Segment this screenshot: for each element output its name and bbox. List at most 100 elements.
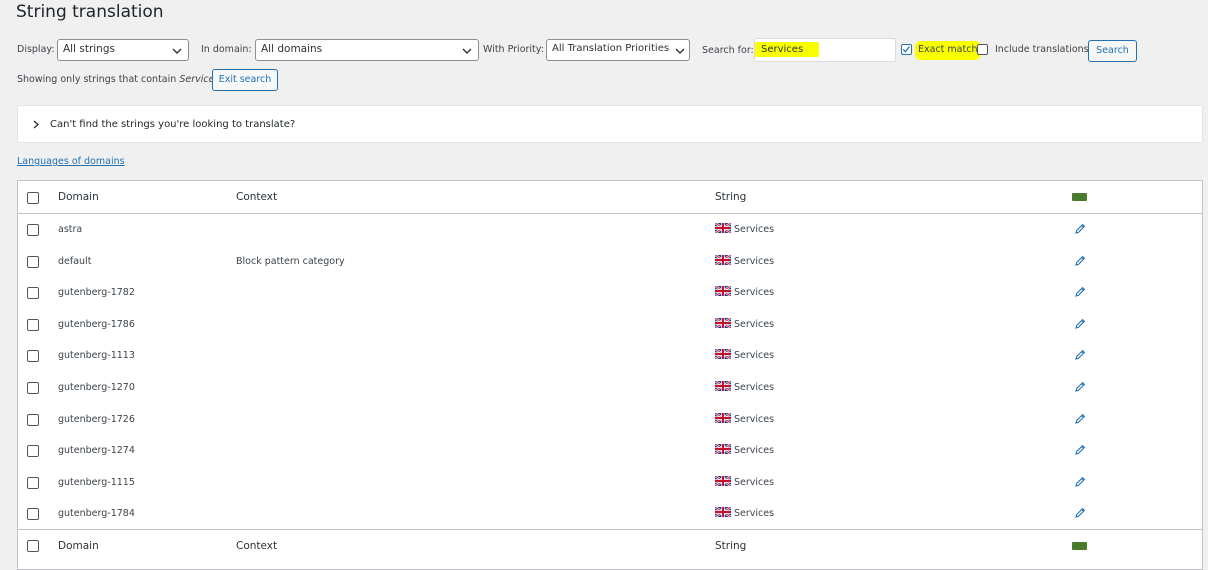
row-string-cell: Services bbox=[715, 286, 774, 298]
row-checkbox[interactable] bbox=[27, 350, 39, 363]
uk-flag-icon bbox=[715, 444, 731, 455]
pencil-icon[interactable] bbox=[1074, 476, 1086, 488]
exact-match-checkbox[interactable] bbox=[901, 44, 912, 55]
row-domain: default bbox=[58, 255, 92, 267]
row-string[interactable]: Services bbox=[734, 319, 774, 330]
uk-flag-icon bbox=[715, 254, 731, 265]
column-footer-domain[interactable]: Domain bbox=[58, 540, 99, 552]
page-title: String translation bbox=[16, 2, 164, 22]
row-string[interactable]: Services bbox=[734, 350, 774, 361]
row-string[interactable]: Services bbox=[734, 414, 774, 425]
row-checkbox[interactable] bbox=[27, 255, 39, 268]
help-panel-text: Can't find the strings you're looking to… bbox=[50, 119, 296, 130]
priority-select-value: All Translation Priorities bbox=[552, 43, 670, 54]
table-row: gutenberg-1115 Services bbox=[18, 467, 1202, 498]
row-string-cell: Services bbox=[715, 444, 774, 456]
row-domain: gutenberg-1726 bbox=[58, 413, 135, 425]
row-checkbox[interactable] bbox=[27, 445, 39, 458]
row-string-cell: Services bbox=[715, 412, 774, 425]
row-checkbox[interactable] bbox=[27, 476, 39, 489]
uk-flag-icon bbox=[715, 475, 731, 486]
row-checkbox[interactable] bbox=[27, 508, 39, 521]
row-string-cell: Services bbox=[715, 475, 774, 488]
row-domain: gutenberg-1782 bbox=[58, 287, 135, 299]
language-flag-icon bbox=[1072, 542, 1087, 550]
pencil-icon[interactable] bbox=[1074, 444, 1086, 456]
chevron-down-icon bbox=[172, 48, 182, 54]
pencil-icon[interactable] bbox=[1074, 381, 1086, 393]
table-row: gutenberg-1113 Services bbox=[18, 340, 1202, 371]
row-domain: gutenberg-1274 bbox=[58, 445, 135, 457]
pencil-icon[interactable] bbox=[1074, 318, 1086, 330]
row-string[interactable]: Services bbox=[734, 508, 774, 519]
footer-divider bbox=[18, 529, 1202, 530]
select-all-checkbox-footer[interactable] bbox=[27, 540, 39, 552]
row-string[interactable]: Services bbox=[734, 382, 774, 393]
row-string[interactable]: Services bbox=[734, 256, 774, 267]
help-panel[interactable]: Can't find the strings you're looking to… bbox=[17, 105, 1203, 143]
uk-flag-icon bbox=[715, 317, 731, 328]
row-checkbox[interactable] bbox=[27, 287, 39, 300]
row-string-cell: Services bbox=[715, 507, 774, 519]
column-header-context[interactable]: Context bbox=[236, 191, 277, 203]
row-checkbox[interactable] bbox=[27, 318, 39, 331]
row-context: Block pattern category bbox=[236, 255, 345, 267]
row-string[interactable]: Services bbox=[734, 477, 774, 488]
search-info-text: Showing only strings that contain bbox=[17, 74, 177, 85]
row-string-cell: Services bbox=[715, 349, 774, 361]
search-input[interactable]: Services bbox=[754, 38, 896, 62]
include-translations-label[interactable]: Include translations bbox=[995, 44, 1089, 55]
column-footer-string[interactable]: String bbox=[715, 540, 746, 552]
uk-flag-icon bbox=[715, 412, 731, 423]
row-string[interactable]: Services bbox=[734, 445, 774, 456]
pencil-icon[interactable] bbox=[1074, 413, 1086, 425]
strings-table: Domain Context String astra Services def… bbox=[17, 180, 1203, 570]
search-label: Search for: bbox=[702, 45, 754, 56]
row-string-cell: Services bbox=[715, 223, 774, 235]
chevron-down-icon bbox=[675, 48, 685, 54]
display-select[interactable]: All strings bbox=[57, 39, 189, 61]
language-flag-icon bbox=[1072, 193, 1087, 201]
uk-flag-icon bbox=[715, 349, 731, 360]
row-checkbox[interactable] bbox=[27, 382, 39, 394]
column-header-domain[interactable]: Domain bbox=[58, 191, 99, 203]
chevron-down-icon bbox=[462, 48, 472, 54]
pencil-icon[interactable] bbox=[1074, 286, 1086, 298]
row-string-cell: Services bbox=[715, 317, 774, 330]
row-domain: gutenberg-1270 bbox=[58, 382, 135, 393]
languages-of-domains-link[interactable]: Languages of domains bbox=[17, 156, 125, 167]
display-label: Display: bbox=[17, 44, 55, 55]
checkmark-icon bbox=[902, 46, 910, 53]
search-button[interactable]: Search bbox=[1088, 40, 1137, 62]
row-domain: gutenberg-1786 bbox=[58, 318, 135, 330]
priority-select[interactable]: All Translation Priorities bbox=[546, 39, 690, 61]
row-string[interactable]: Services bbox=[734, 224, 774, 235]
table-row: gutenberg-1274 Services bbox=[18, 435, 1202, 466]
display-select-value: All strings bbox=[63, 43, 115, 55]
pencil-icon[interactable] bbox=[1074, 223, 1086, 235]
domain-select[interactable]: All domains bbox=[255, 39, 479, 61]
search-info: Showing only strings that contain Servic… bbox=[17, 74, 219, 85]
pencil-icon[interactable] bbox=[1074, 349, 1086, 361]
include-translations-checkbox[interactable] bbox=[977, 44, 988, 55]
table-row: gutenberg-1782 Services bbox=[18, 277, 1202, 308]
row-domain: gutenberg-1113 bbox=[58, 350, 135, 362]
uk-flag-icon bbox=[715, 286, 731, 297]
row-domain: gutenberg-1784 bbox=[58, 508, 135, 520]
row-string[interactable]: Services bbox=[734, 287, 774, 298]
select-all-checkbox[interactable] bbox=[27, 192, 39, 204]
column-header-string[interactable]: String bbox=[715, 191, 746, 203]
row-checkbox[interactable] bbox=[27, 224, 39, 236]
uk-flag-icon bbox=[715, 507, 731, 518]
table-row: gutenberg-1786 Services bbox=[18, 309, 1202, 340]
row-domain: gutenberg-1115 bbox=[58, 476, 135, 488]
column-footer-context[interactable]: Context bbox=[236, 540, 277, 552]
pencil-icon[interactable] bbox=[1074, 507, 1086, 519]
table-row: default Block pattern category Services bbox=[18, 246, 1202, 277]
pencil-icon[interactable] bbox=[1074, 255, 1086, 267]
table-row: astra Services bbox=[18, 214, 1202, 245]
search-input-value: Services bbox=[755, 42, 820, 57]
exit-search-button[interactable]: Exit search bbox=[212, 69, 278, 91]
exact-match-label[interactable]: Exact match bbox=[915, 41, 982, 60]
row-checkbox[interactable] bbox=[27, 413, 39, 426]
